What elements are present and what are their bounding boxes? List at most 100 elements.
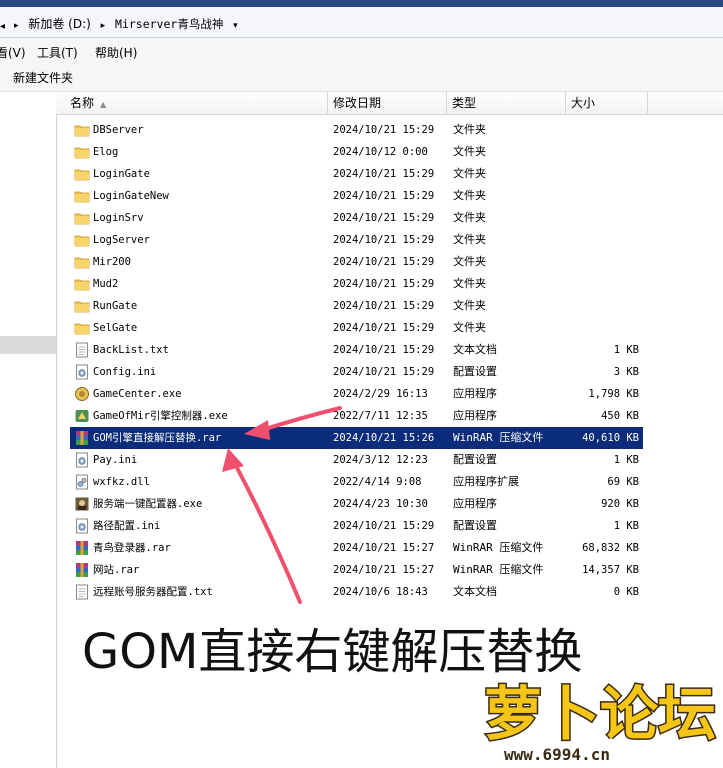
- address-bar[interactable]: ◂ ▸ 新加卷 (D:) ▸ Mirserver青鸟战神 ▾: [0, 7, 723, 38]
- file-date: 2024/10/21 15:26: [333, 432, 435, 444]
- file-row[interactable]: GameOfMir引擎控制器.exe 2022/7/11 12:35 应用程序 450…: [70, 405, 643, 427]
- file-row[interactable]: LoginSrv 2024/10/21 15:29 文件夹: [70, 207, 643, 229]
- navigation-selected-item[interactable]: [0, 336, 56, 354]
- file-size: 920 KB: [601, 498, 639, 510]
- file-type: 文件夹: [453, 255, 486, 268]
- file-row-selected[interactable]: GOM引擎直接解压替换.rar 2024/10/21 15:26 WinRAR 压缩…: [70, 427, 643, 449]
- file-date: 2024/10/21 15:27: [333, 542, 435, 554]
- breadcrumb-separator-icon[interactable]: ▸: [14, 21, 19, 31]
- file-date: 2022/7/11 12:35: [333, 410, 428, 422]
- file-date: 2024/4/23 10:30: [333, 498, 428, 510]
- file-row[interactable]: SelGate 2024/10/21 15:29 文件夹: [70, 317, 643, 339]
- file-name: RunGate: [93, 300, 138, 312]
- file-row[interactable]: Elog 2024/10/12 0:00 文件夹: [70, 141, 643, 163]
- new-folder-button[interactable]: 新建文件夹: [13, 69, 73, 86]
- file-row[interactable]: LogServer 2024/10/21 15:29 文件夹: [70, 229, 643, 251]
- menu-bar: 看(V) 工具(T) 帮助(H): [0, 38, 723, 64]
- file-size: 1 KB: [613, 344, 639, 356]
- file-row[interactable]: wxfkz.dll 2022/4/14 9:08 应用程序扩展 69 KB: [70, 471, 643, 493]
- file-type: WinRAR 压缩文件: [453, 541, 544, 554]
- column-size-label: 大小: [571, 96, 596, 110]
- file-type: 文件夹: [453, 145, 486, 158]
- column-date-header[interactable]: 修改日期: [328, 92, 447, 114]
- file-type: 应用程序: [453, 409, 497, 422]
- file-name: GameCenter.exe: [93, 388, 182, 400]
- file-type: 文件夹: [453, 233, 486, 246]
- column-type-label: 类型: [452, 96, 477, 110]
- back-chevron-icon[interactable]: ◂: [0, 21, 5, 32]
- file-row[interactable]: DBServer 2024/10/21 15:29 文件夹: [70, 119, 643, 141]
- file-row[interactable]: 青鸟登录器.rar 2024/10/21 15:27 WinRAR 压缩文件 68,8…: [70, 537, 643, 559]
- file-row[interactable]: Pay.ini 2024/3/12 12:23 配置设置 1 KB: [70, 449, 643, 471]
- file-row[interactable]: GameCenter.exe 2024/2/29 16:13 应用程序 1,798 K…: [70, 383, 643, 405]
- file-size: 1,798 KB: [588, 388, 639, 400]
- file-date: 2024/10/21 15:29: [333, 168, 435, 180]
- file-row[interactable]: 服务端一键配置器.exe 2024/4/23 10:30 应用程序 920 KB: [70, 493, 643, 515]
- menu-tools[interactable]: 工具(T): [37, 44, 78, 61]
- file-name: LoginGate: [93, 168, 150, 180]
- file-size: 14,357 KB: [582, 564, 639, 576]
- file-type: WinRAR 压缩文件: [453, 431, 544, 444]
- file-row[interactable]: 网站.rar 2024/10/21 15:27 WinRAR 压缩文件 14,357 …: [70, 559, 643, 581]
- file-name: Mud2: [93, 278, 119, 290]
- file-date: 2024/10/21 15:29: [333, 366, 435, 378]
- file-name: GOM引擎直接解压替换.rar: [93, 432, 222, 444]
- menu-help[interactable]: 帮助(H): [95, 44, 137, 61]
- file-date: 2024/10/21 15:29: [333, 344, 435, 356]
- file-name: 服务端一键配置器.exe: [93, 498, 203, 510]
- column-size-header[interactable]: 大小: [566, 92, 648, 114]
- file-size: 1 KB: [613, 454, 639, 466]
- file-type: 文本文档: [453, 585, 497, 598]
- file-name: BackList.txt: [93, 344, 169, 356]
- file-type: WinRAR 压缩文件: [453, 563, 544, 576]
- file-date: 2024/10/21 15:27: [333, 564, 435, 576]
- file-date: 2024/10/21 15:29: [333, 322, 435, 334]
- file-size: 450 KB: [601, 410, 639, 422]
- file-row[interactable]: LoginGateNew 2024/10/21 15:29 文件夹: [70, 185, 643, 207]
- file-type: 配置设置: [453, 519, 497, 532]
- column-header: 名称 ▲ 修改日期 类型 大小: [56, 92, 723, 115]
- breadcrumb-folder[interactable]: Mirserver青鸟战神: [115, 17, 223, 31]
- column-type-header[interactable]: 类型: [447, 92, 566, 114]
- file-row[interactable]: 路径配置.ini 2024/10/21 15:29 配置设置 1 KB: [70, 515, 643, 537]
- file-row[interactable]: RunGate 2024/10/21 15:29 文件夹: [70, 295, 643, 317]
- file-row[interactable]: Config.ini 2024/10/21 15:29 配置设置 3 KB: [70, 361, 643, 383]
- file-name: GameOfMir引擎控制器.exe: [93, 410, 228, 422]
- file-size: 1 KB: [613, 520, 639, 532]
- file-type: 应用程序: [453, 497, 497, 510]
- file-date: 2024/10/21 15:29: [333, 256, 435, 268]
- file-name: wxfkz.dll: [93, 476, 150, 488]
- file-row[interactable]: 远程账号服务器配置.txt 2024/10/6 18:43 文本文档 0 KB: [70, 581, 643, 603]
- file-type: 文件夹: [453, 167, 486, 180]
- file-date: 2022/4/14 9:08: [333, 476, 422, 488]
- file-name: Config.ini: [93, 366, 157, 378]
- file-name: LogServer: [93, 234, 150, 246]
- file-type: 文本文档: [453, 343, 497, 356]
- file-size: 40,610 KB: [582, 432, 639, 444]
- file-row[interactable]: Mud2 2024/10/21 15:29 文件夹: [70, 273, 643, 295]
- window-top-edge: [0, 0, 723, 7]
- file-date: 2024/10/12 0:00: [333, 146, 428, 158]
- file-row[interactable]: BackList.txt 2024/10/21 15:29 文本文档 1 KB: [70, 339, 643, 361]
- file-size: 3 KB: [613, 366, 639, 378]
- navigation-pane[interactable]: [0, 92, 57, 768]
- column-name-header[interactable]: 名称 ▲: [65, 92, 328, 114]
- sort-ascending-icon: ▲: [100, 100, 107, 109]
- file-name: 远程账号服务器配置.txt: [93, 586, 213, 598]
- svg-text:www.6994.cn: www.6994.cn: [504, 745, 610, 764]
- file-name: 路径配置.ini: [93, 520, 161, 532]
- file-date: 2024/10/21 15:29: [333, 124, 435, 136]
- menu-view[interactable]: 看(V): [0, 44, 26, 61]
- breadcrumb-separator-icon[interactable]: ▸: [101, 21, 106, 31]
- file-type: 文件夹: [453, 123, 486, 136]
- file-type: 应用程序: [453, 387, 497, 400]
- file-name: LoginGateNew: [93, 190, 169, 202]
- breadcrumb-dropdown-icon[interactable]: ▾: [233, 21, 238, 31]
- file-date: 2024/3/12 12:23: [333, 454, 428, 466]
- file-row[interactable]: LoginGate 2024/10/21 15:29 文件夹: [70, 163, 643, 185]
- breadcrumb-drive[interactable]: 新加卷 (D:): [28, 17, 90, 31]
- breadcrumb[interactable]: ▸ 新加卷 (D:) ▸ Mirserver青鸟战神 ▾: [8, 15, 244, 32]
- file-row[interactable]: Mir200 2024/10/21 15:29 文件夹: [70, 251, 643, 273]
- file-size: 69 KB: [607, 476, 639, 488]
- file-name: DBServer: [93, 124, 144, 136]
